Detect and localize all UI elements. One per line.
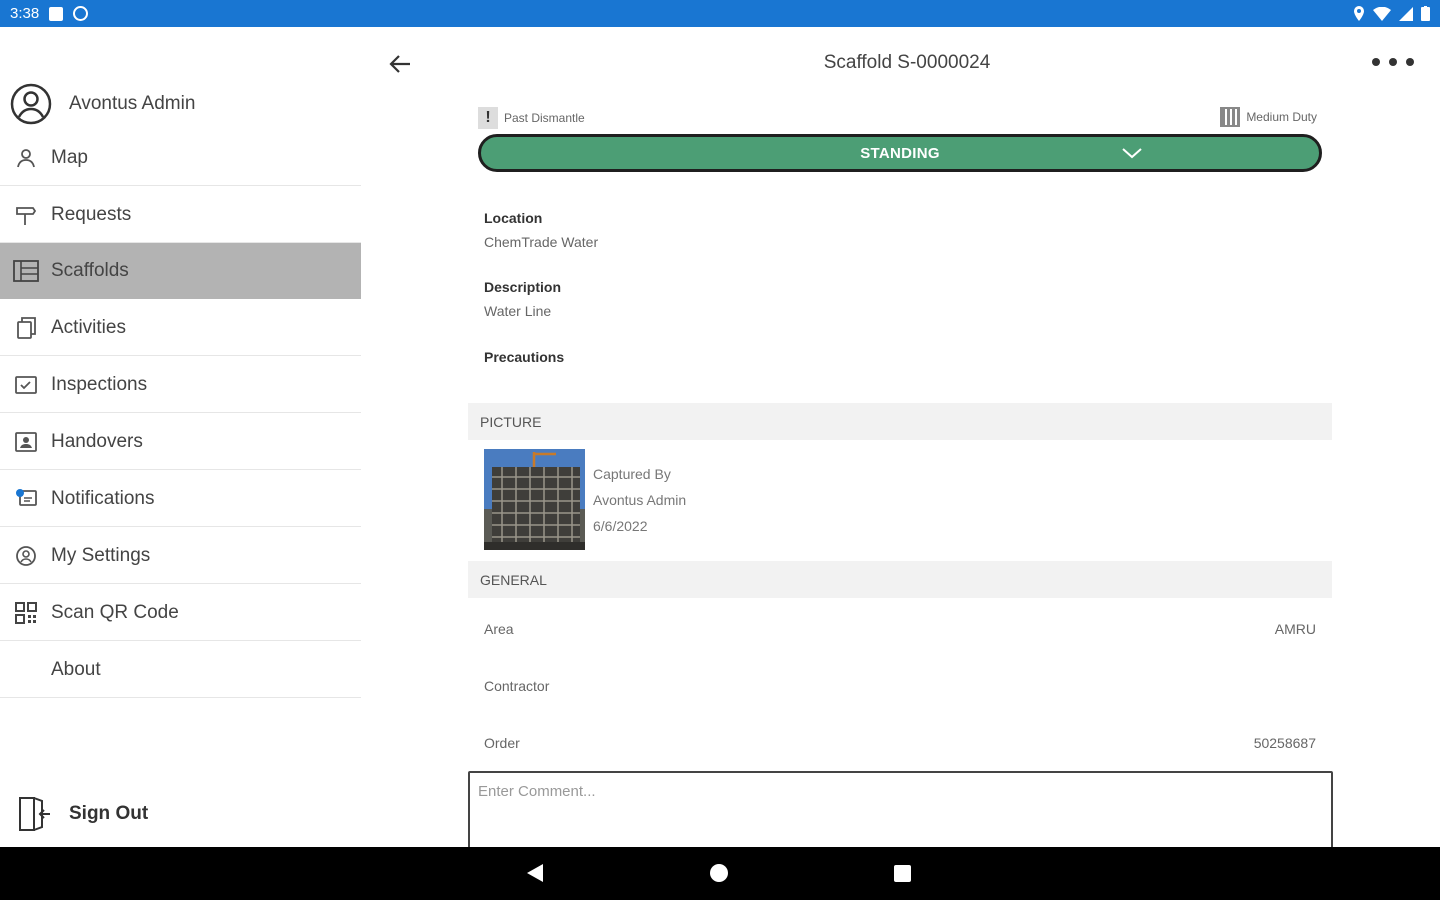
dismantle-tag: ! Past Dismantle <box>478 107 585 129</box>
status-dropdown[interactable]: STANDING <box>478 134 1322 172</box>
captured-by-name: Avontus Admin <box>593 492 687 508</box>
sidebar-item-about[interactable]: About <box>0 642 361 698</box>
navigation-drawer: Avontus Admin Map Requests Scaffolds Act… <box>0 27 361 847</box>
scaffold-photo[interactable] <box>484 449 585 550</box>
more-dot <box>1389 58 1397 66</box>
sidebar-item-label: Notifications <box>51 487 155 509</box>
more-options-button[interactable] <box>1372 52 1414 72</box>
dismantle-tag-label: Past Dismantle <box>504 111 585 125</box>
system-navigation-bar <box>0 847 1440 900</box>
status-bar: 3:38 <box>0 0 1440 27</box>
duty-tag-label: Medium Duty <box>1246 110 1317 124</box>
data-saver-icon <box>73 6 89 21</box>
user-name: Avontus Admin <box>69 93 196 114</box>
captured-by-label: Captured By <box>593 466 671 482</box>
signal-icon <box>1399 6 1413 21</box>
scaffold-icon <box>13 258 39 284</box>
sidebar-item-label: Activities <box>51 316 126 338</box>
wifi-icon <box>1373 6 1391 21</box>
person-pin-icon <box>13 145 39 171</box>
status-label: STANDING <box>860 144 940 162</box>
precautions-label: Precautions <box>484 349 565 365</box>
user-profile[interactable]: Avontus Admin <box>0 81 361 127</box>
captured-date: 6/6/2022 <box>593 518 648 534</box>
logout-icon <box>19 797 50 831</box>
scaffold-type-icon <box>1220 107 1241 127</box>
back-arrow-icon[interactable] <box>386 50 414 78</box>
location-label: Location <box>484 210 543 226</box>
sidebar-item-label: Scaffolds <box>51 259 129 281</box>
system-recents-icon[interactable] <box>894 865 911 882</box>
sign-out-button[interactable]: Sign Out <box>16 792 148 836</box>
sign-out-label: Sign Out <box>69 803 149 824</box>
sidebar-item-label: My Settings <box>51 544 151 566</box>
picture-section-header: PICTURE <box>468 403 1332 440</box>
sidebar-item-label: About <box>51 658 101 680</box>
alert-icon: ! <box>478 107 498 129</box>
qr-code-icon <box>13 600 39 626</box>
sd-card-icon <box>49 6 64 21</box>
general-section-header: GENERAL <box>468 561 1332 598</box>
copy-icon <box>13 315 39 341</box>
sidebar-item-scaffolds[interactable]: Scaffolds <box>0 243 361 299</box>
sidebar-item-scan-qr-code[interactable]: Scan QR Code <box>0 585 361 641</box>
signpost-icon <box>13 202 39 228</box>
status-time: 3:38 <box>10 5 40 22</box>
system-back-icon[interactable] <box>527 864 543 882</box>
area-value: AMRU <box>1274 621 1316 637</box>
sidebar-item-handovers[interactable]: Handovers <box>0 414 361 470</box>
description-value: Water Line <box>484 303 552 319</box>
sidebar-item-label: Handovers <box>51 430 143 452</box>
sidebar-item-label: Scan QR Code <box>51 601 179 623</box>
location-icon <box>1354 6 1364 21</box>
account-circle-icon <box>10 83 52 125</box>
location-value: ChemTrade Water <box>484 234 599 250</box>
sidebar-item-label: Inspections <box>51 373 148 395</box>
checklist-icon <box>13 372 39 398</box>
area-label: Area <box>484 621 514 637</box>
more-dot <box>1372 58 1380 66</box>
contractor-label: Contractor <box>484 678 550 694</box>
description-label: Description <box>484 279 562 295</box>
system-home-icon[interactable] <box>710 864 728 882</box>
duty-tag: Medium Duty <box>1220 107 1317 127</box>
sidebar-item-map[interactable]: Map <box>0 130 361 186</box>
battery-icon <box>1421 6 1430 21</box>
more-dot <box>1406 58 1414 66</box>
order-label: Order <box>484 735 520 751</box>
notification-icon <box>13 486 39 512</box>
comment-input[interactable] <box>468 771 1333 851</box>
sidebar-item-requests[interactable]: Requests <box>0 187 361 243</box>
order-value: 50258687 <box>1253 735 1316 751</box>
sidebar-item-label: Map <box>51 146 88 168</box>
sidebar-item-inspections[interactable]: Inspections <box>0 357 361 413</box>
sidebar-item-notifications[interactable]: Notifications <box>0 471 361 527</box>
sidebar-item-activities[interactable]: Activities <box>0 300 361 356</box>
user-settings-icon <box>13 543 39 569</box>
chevron-down-icon <box>1122 148 1142 159</box>
page-title: Scaffold S-0000024 <box>823 52 991 73</box>
sidebar-item-my-settings[interactable]: My Settings <box>0 528 361 584</box>
sidebar-item-label: Requests <box>51 203 132 225</box>
handover-icon <box>13 429 39 455</box>
